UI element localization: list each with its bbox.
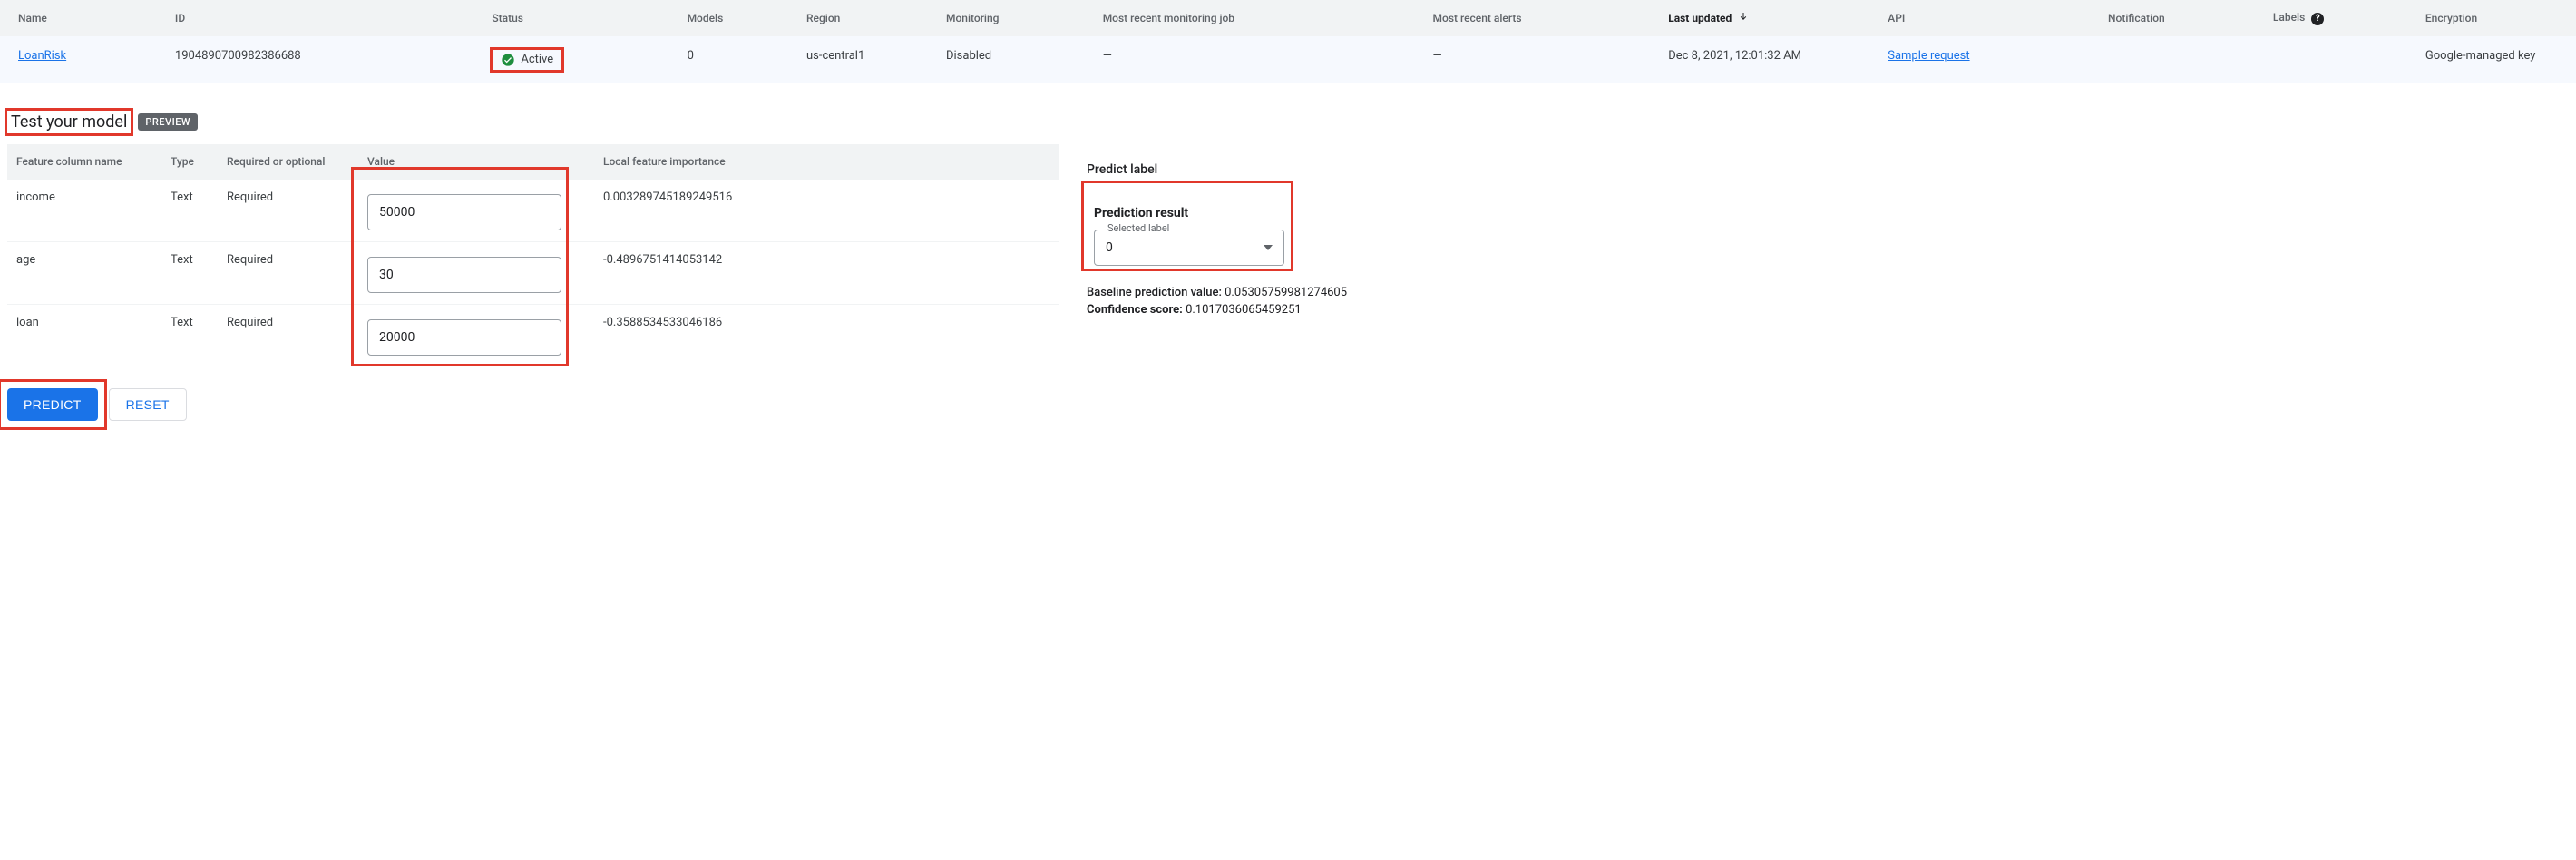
col-encryption[interactable]: Encryption: [2416, 0, 2576, 36]
col-status[interactable]: Status: [483, 0, 678, 36]
endpoint-last-updated: Dec 8, 2021, 12:01:32 AM: [1659, 36, 1878, 83]
feature-name: age: [7, 242, 161, 278]
feat-col-importance: Local feature importance: [594, 144, 1059, 179]
feature-importance: -0.3588534533046186: [594, 305, 1059, 340]
col-models[interactable]: Models: [678, 0, 797, 36]
feature-type: Text: [161, 242, 218, 278]
prediction-result-title: Prediction result: [1094, 206, 2534, 220]
sample-request-link[interactable]: Sample request: [1888, 49, 1969, 63]
feature-row: loan Text Required -0.3588534533046186: [7, 304, 1059, 366]
feature-required: Required: [218, 242, 358, 278]
feature-value-input[interactable]: [367, 319, 561, 356]
help-icon[interactable]: ?: [2311, 13, 2324, 25]
col-api[interactable]: API: [1878, 0, 2099, 36]
endpoint-notification: [2099, 36, 2264, 83]
col-labels[interactable]: Labels ?: [2264, 0, 2416, 36]
col-last-updated-label: Last updated: [1668, 12, 1732, 24]
col-name[interactable]: Name: [0, 0, 166, 36]
selected-label-caption: Selected label: [1104, 222, 1173, 234]
col-region[interactable]: Region: [797, 0, 937, 36]
feature-value-input[interactable]: [367, 257, 561, 293]
feature-value-input[interactable]: [367, 194, 561, 230]
endpoint-monitoring: Disabled: [937, 36, 1094, 83]
col-most-recent-alerts[interactable]: Most recent alerts: [1424, 0, 1660, 36]
col-id[interactable]: ID: [166, 0, 483, 36]
page-title: Test your model: [7, 111, 131, 133]
prediction-panel: Predict label Prediction result Selected…: [1059, 144, 2569, 338]
confidence-score: Confidence score: 0.1017036065459251: [1087, 303, 2542, 317]
feature-type: Text: [161, 305, 218, 340]
col-labels-label: Labels: [2273, 11, 2305, 24]
endpoint-name-link[interactable]: LoanRisk: [18, 49, 66, 63]
endpoint-id: 1904890700982386688: [166, 36, 483, 83]
feature-name: income: [7, 180, 161, 215]
predict-label-heading: Predict label: [1087, 162, 2542, 177]
endpoint-encryption: Google-managed key: [2416, 36, 2576, 83]
endpoints-table: Name ID Status Models Region Monitoring …: [0, 0, 2576, 83]
feat-col-name: Feature column name: [7, 144, 161, 179]
predict-button[interactable]: PREDICT: [7, 388, 98, 421]
feature-importance: 0.003289745189249516: [594, 180, 1059, 215]
feature-name: loan: [7, 305, 161, 340]
endpoint-status: Active: [521, 53, 553, 66]
chevron-down-icon: [1264, 245, 1273, 250]
feature-importance: -0.4896751414053142: [594, 242, 1059, 278]
endpoint-most-recent-monitoring: —: [1094, 36, 1424, 83]
features-panel: Feature column name Type Required or opt…: [7, 144, 1059, 421]
feat-col-required: Required or optional: [218, 144, 358, 179]
sort-desc-icon: [1738, 11, 1749, 22]
endpoint-region: us-central1: [797, 36, 937, 83]
col-most-recent-monitoring[interactable]: Most recent monitoring job: [1094, 0, 1424, 36]
baseline-prediction: Baseline prediction value: 0.05305759981…: [1087, 286, 2542, 299]
feature-required: Required: [218, 305, 358, 340]
feat-col-type: Type: [161, 144, 218, 179]
feature-row: age Text Required -0.4896751414053142: [7, 241, 1059, 304]
selected-label-dropdown[interactable]: Selected label 0: [1094, 230, 1284, 266]
selected-label-value: 0: [1106, 240, 1113, 255]
table-row[interactable]: LoanRisk 1904890700982386688 Active 0 us…: [0, 36, 2576, 83]
feature-row: income Text Required 0.00328974518924951…: [7, 179, 1059, 241]
reset-button[interactable]: RESET: [109, 388, 187, 421]
check-circle-icon: [501, 53, 515, 67]
feat-col-value: Value: [358, 144, 594, 179]
col-notification[interactable]: Notification: [2099, 0, 2264, 36]
feature-type: Text: [161, 180, 218, 215]
col-last-updated[interactable]: Last updated: [1659, 0, 1878, 36]
preview-badge: PREVIEW: [138, 113, 198, 131]
endpoint-models: 0: [678, 36, 797, 83]
endpoint-labels: [2264, 36, 2416, 83]
endpoint-most-recent-alerts: —: [1424, 36, 1660, 83]
feature-required: Required: [218, 180, 358, 215]
col-monitoring[interactable]: Monitoring: [937, 0, 1094, 36]
